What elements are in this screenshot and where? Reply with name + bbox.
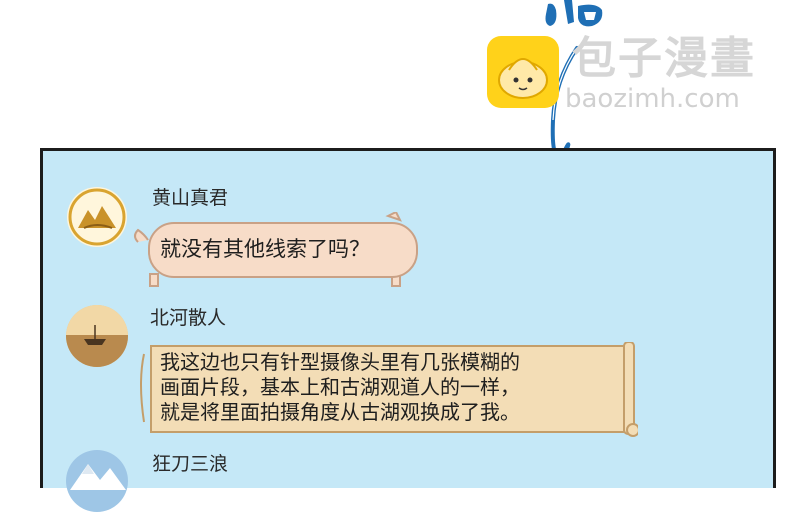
sender-name: 狂刀三浪 xyxy=(152,453,229,475)
sound-effect-glyph xyxy=(545,0,603,27)
sunset-lake-avatar-icon xyxy=(66,305,128,367)
bun-mascot-icon xyxy=(487,36,559,108)
mountain-sky-avatar-icon xyxy=(66,450,128,512)
message-line: 画面片段，基本上和古湖观道人的一样， xyxy=(160,375,520,399)
watermark-url: baozimh.com xyxy=(565,84,740,114)
message-text: 就没有其他线索了吗？ xyxy=(160,237,370,261)
sender-name: 北河散人 xyxy=(150,307,227,329)
message-line: 就是将里面拍摄角度从古湖观换成了我。 xyxy=(160,400,520,424)
mountain-avatar-icon xyxy=(66,186,128,248)
message-line: 我这边也只有针型摄像头里有几张模糊的 xyxy=(160,350,520,374)
watermark-title: 包子漫畫 xyxy=(572,33,756,84)
sender-name: 黄山真君 xyxy=(152,187,229,209)
message-text: 我这边也只有针型摄像头里有几张模糊的 画面片段，基本上和古湖观道人的一样， 就是… xyxy=(160,350,630,434)
